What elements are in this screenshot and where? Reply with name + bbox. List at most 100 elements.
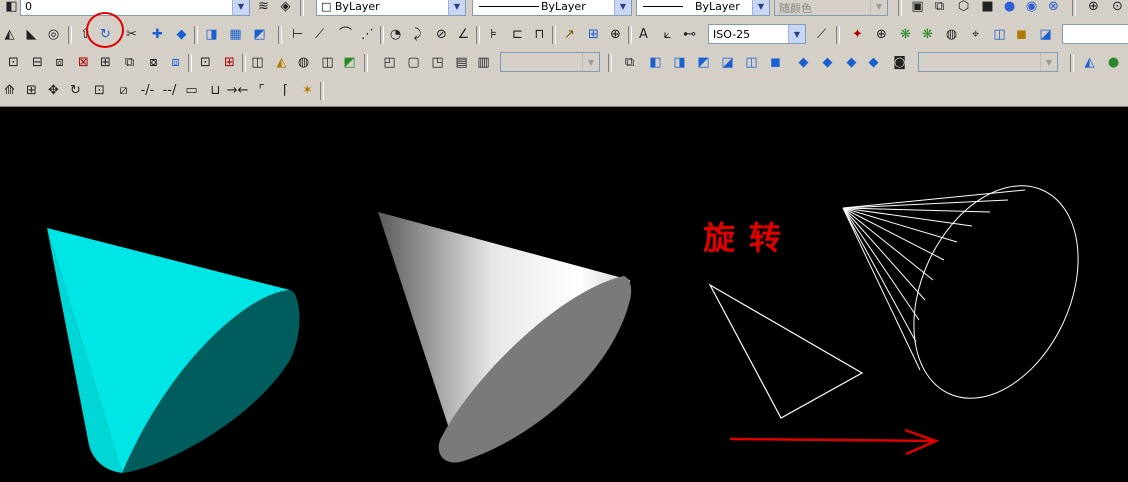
- shaded-cone[interactable]: [378, 212, 632, 463]
- ne-iso-icon[interactable]: ◆: [842, 53, 861, 72]
- view-icon[interactable]: ▣: [908, 0, 927, 16]
- cube-icon[interactable]: ■: [978, 0, 997, 16]
- color-faces-icon[interactable]: ◫: [248, 53, 267, 72]
- se-iso-icon[interactable]: ◆: [818, 53, 837, 72]
- free-orbit-icon[interactable]: ❋: [918, 25, 937, 44]
- chevron-down-icon[interactable]: ▼: [614, 0, 631, 15]
- chamfer-icon[interactable]: →←: [227, 81, 249, 100]
- quick-dim-icon[interactable]: ⊧: [484, 25, 503, 44]
- section-tool-icon[interactable]: ✚: [148, 25, 167, 44]
- layer-previous-icon[interactable]: ◈: [276, 0, 295, 16]
- zoom-icon[interactable]: ⊕: [1084, 0, 1103, 16]
- left-view-icon[interactable]: ◩: [694, 53, 713, 72]
- check-icon[interactable]: ◳: [428, 53, 447, 72]
- move-icon[interactable]: ✥: [44, 81, 63, 100]
- bottom-view-icon[interactable]: ◨: [670, 53, 689, 72]
- stretch-icon[interactable]: ⧄: [114, 81, 133, 100]
- taper-faces-icon[interactable]: ⊡: [196, 53, 215, 72]
- fillet-round-icon[interactable]: ⌈: [276, 81, 295, 100]
- linear-dim-icon[interactable]: ⊢: [288, 25, 307, 44]
- chevron-down-icon[interactable]: ▼: [448, 0, 465, 15]
- rotate-icon[interactable]: ↻: [66, 81, 85, 100]
- cube-wire-icon[interactable]: ⬡: [954, 0, 973, 16]
- continuous-orbit-icon[interactable]: ◍: [942, 25, 961, 44]
- diameter-dim-icon[interactable]: ⊘: [432, 25, 451, 44]
- layers-icon[interactable]: ≋: [254, 0, 273, 16]
- setup-drawing-icon[interactable]: ◨: [202, 25, 221, 44]
- view-front-icon[interactable]: ⧉: [930, 0, 949, 16]
- wireframe-cone[interactable]: [842, 159, 1110, 425]
- chevron-down-icon[interactable]: ▼: [232, 0, 249, 15]
- move-faces-icon[interactable]: ⊞: [96, 53, 115, 72]
- fillet-icon[interactable]: ⌜: [252, 81, 271, 100]
- nw-iso-icon[interactable]: ◆: [864, 53, 883, 72]
- radius-dim-icon[interactable]: ◔: [386, 25, 405, 44]
- chevron-down-icon[interactable]: ▼: [788, 25, 805, 43]
- extra-input[interactable]: [1062, 24, 1128, 44]
- angular-dim-icon[interactable]: ∠: [454, 25, 473, 44]
- wedge-tool-icon[interactable]: ◣: [22, 25, 41, 44]
- lights-icon[interactable]: ◪: [1036, 25, 1055, 44]
- linetype-combo[interactable]: ByLayer ▼: [472, 0, 632, 16]
- layer-combo[interactable]: 0 ▼: [20, 0, 250, 16]
- leader-icon[interactable]: ↗: [560, 25, 579, 44]
- continue-dim-icon[interactable]: ⊓: [530, 25, 549, 44]
- arc-length-icon[interactable]: ⌒: [336, 25, 355, 44]
- join-icon[interactable]: ⊔: [206, 81, 225, 100]
- sw-iso-icon[interactable]: ◆: [794, 53, 813, 72]
- center-mark-icon[interactable]: ⊕: [606, 25, 625, 44]
- front-view-icon[interactable]: ◫: [742, 53, 761, 72]
- aligned-dim-icon[interactable]: ⟋: [310, 25, 329, 44]
- top-view-icon[interactable]: ◧: [646, 53, 665, 72]
- sphere-shade-icon[interactable]: ◉: [1022, 0, 1041, 16]
- clean-icon[interactable]: ◍: [294, 53, 313, 72]
- dim-edit-icon[interactable]: A: [634, 25, 653, 44]
- cone-tool-icon[interactable]: ◭: [0, 25, 19, 44]
- zoom-window-icon[interactable]: ⊙: [1108, 0, 1127, 16]
- rotate-faces-icon[interactable]: ⧈: [166, 53, 185, 72]
- cyan-cone[interactable]: [47, 228, 300, 473]
- delete-faces-icon[interactable]: ⧇: [144, 53, 163, 72]
- named-views-icon[interactable]: ⧉: [620, 53, 639, 72]
- torus-tool-icon[interactable]: ◎: [44, 25, 63, 44]
- drawing-canvas[interactable]: 旋转: [0, 107, 1128, 478]
- union-icon[interactable]: ⊡: [4, 53, 23, 72]
- orbit-icon[interactable]: ❋: [896, 25, 915, 44]
- array-icon[interactable]: ⊞: [22, 81, 41, 100]
- imprint-icon[interactable]: ◭: [272, 53, 291, 72]
- hide-icon[interactable]: ⊗: [1044, 0, 1063, 16]
- trim-icon[interactable]: -/-: [138, 81, 157, 100]
- baseline-dim-icon[interactable]: ⊏: [508, 25, 527, 44]
- table-icon[interactable]: ▤: [452, 53, 471, 72]
- break-icon[interactable]: ▭: [182, 81, 201, 100]
- intersect-icon[interactable]: ⧈: [50, 53, 69, 72]
- explode-icon[interactable]: ✶: [298, 81, 317, 100]
- jogged-dim-icon[interactable]: ⤸: [408, 25, 427, 44]
- erase-icon[interactable]: ⟰: [0, 81, 19, 100]
- dimstyle-combo[interactable]: ISO-25 ▼: [708, 24, 806, 44]
- sphere-icon[interactable]: ●: [1000, 0, 1019, 16]
- dim-update-icon[interactable]: ⊷: [680, 25, 699, 44]
- layer-state-icon[interactable]: ◧: [2, 0, 21, 16]
- teapot-icon[interactable]: ●: [1104, 53, 1123, 72]
- chevron-down-icon[interactable]: ▼: [752, 0, 769, 15]
- attribute-icon[interactable]: ▥: [474, 53, 493, 72]
- copy-faces-icon[interactable]: ⊞: [220, 53, 239, 72]
- ucs-icon[interactable]: ◭: [1080, 53, 1099, 72]
- frame-icon[interactable]: ◰: [380, 53, 399, 72]
- render-icon[interactable]: ◫: [990, 25, 1009, 44]
- ordinate-dim-icon[interactable]: ⋰: [358, 25, 377, 44]
- profile-triangle[interactable]: [708, 283, 864, 419]
- materials-icon[interactable]: ◼: [1012, 25, 1031, 44]
- camera-view-icon[interactable]: ◙: [890, 53, 909, 72]
- setup-view-icon[interactable]: ▦: [226, 25, 245, 44]
- zoom-realtime-icon[interactable]: ⊕: [872, 25, 891, 44]
- tolerance-icon[interactable]: ⊞: [584, 25, 603, 44]
- slice-tool-icon[interactable]: ✂: [122, 25, 141, 44]
- setup-profile-icon[interactable]: ◩: [250, 25, 269, 44]
- color-combo[interactable]: □ ByLayer ▼: [316, 0, 466, 16]
- interfere-tool-icon[interactable]: ◆: [172, 25, 191, 44]
- camera-icon[interactable]: ⌖: [966, 25, 985, 44]
- offset-faces-icon[interactable]: ⧉: [120, 53, 139, 72]
- back-view-icon[interactable]: ◼: [766, 53, 785, 72]
